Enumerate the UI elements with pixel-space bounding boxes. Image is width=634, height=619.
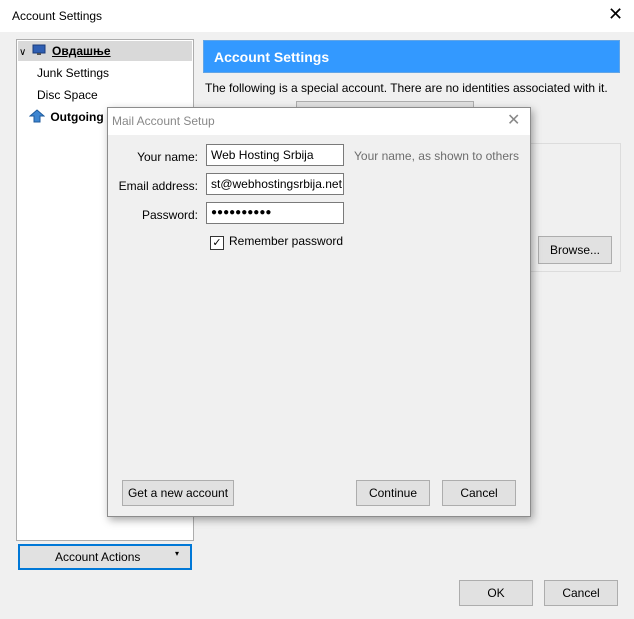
ok-button[interactable]: OK — [459, 580, 533, 606]
remember-password-checkbox[interactable]: ✓ — [210, 236, 224, 250]
dialog-title: Mail Account Setup — [112, 114, 215, 128]
your-name-hint: Your name, as shown to others — [354, 149, 519, 163]
tree-item-label: Овдашње — [52, 44, 111, 58]
outgoing-server-icon — [28, 109, 46, 123]
tree-item-junk[interactable]: Junk Settings — [37, 63, 109, 83]
cancel-button[interactable]: Cancel — [544, 580, 618, 606]
your-name-input[interactable]: Web Hosting Srbija — [206, 144, 344, 166]
tree-item-label: Outgoing S — [50, 110, 115, 124]
password-input[interactable]: ●●●●●●●●●● — [206, 202, 344, 224]
dropdown-arrow-icon: ▾ — [175, 549, 180, 558]
tree-item-local[interactable]: ∨ Овдашње — [19, 41, 111, 61]
dialog-cancel-button[interactable]: Cancel — [442, 480, 516, 506]
window-titlebar: Account Settings ✕ — [0, 0, 634, 32]
account-actions-label: Account Actions — [55, 550, 141, 564]
tree-item-label: Junk Settings — [37, 66, 110, 80]
settings-header: Account Settings — [203, 40, 620, 73]
browse-button[interactable]: Browse... — [538, 236, 612, 264]
settings-header-title: Account Settings — [214, 49, 330, 65]
computer-icon — [32, 44, 46, 55]
dialog-titlebar: Mail Account Setup ✕ — [108, 108, 530, 135]
continue-button[interactable]: Continue — [356, 480, 430, 506]
expand-arrow-icon[interactable]: ∨ — [19, 47, 26, 58]
mail-account-setup-dialog: Mail Account Setup ✕ Your name: Web Host… — [107, 107, 531, 517]
dialog-close-icon[interactable]: ✕ — [507, 110, 520, 130]
tree-item-outgoing[interactable]: Outgoing S — [28, 107, 115, 127]
remember-password-label[interactable]: Remember password — [229, 234, 343, 248]
your-name-label: Your name: — [137, 150, 198, 164]
special-account-text: The following is a special account. Ther… — [205, 81, 608, 95]
tree-item-disc[interactable]: Disc Space — [37, 85, 98, 105]
tree-item-label: Disc Space — [37, 88, 98, 102]
window-title: Account Settings — [12, 9, 103, 23]
email-label: Email address: — [118, 179, 198, 193]
window-close-icon[interactable]: ✕ — [608, 4, 623, 24]
account-actions-button[interactable]: Account Actions ▾ — [18, 544, 192, 570]
email-input[interactable]: st@webhostingsrbija.net — [206, 173, 344, 195]
get-new-account-button[interactable]: Get a new account — [122, 480, 234, 506]
password-label: Password: — [141, 208, 198, 222]
